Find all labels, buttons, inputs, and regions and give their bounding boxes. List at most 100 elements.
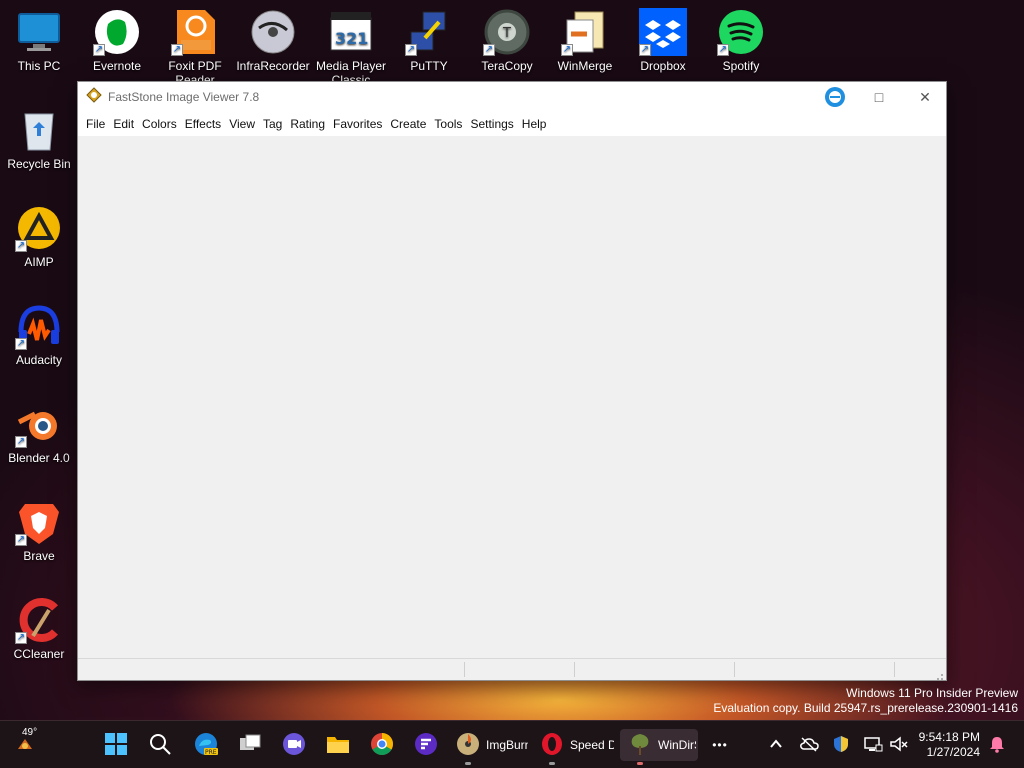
- tray-security[interactable]: [830, 729, 852, 761]
- notifications-button[interactable]: [986, 729, 1008, 761]
- taskbar-opera[interactable]: Speed Dial: [540, 729, 618, 765]
- infrarecorder-icon: [249, 8, 297, 56]
- imgburn-icon: [456, 732, 480, 759]
- desktop-icon-label: AIMP: [24, 255, 54, 269]
- menu-tag[interactable]: Tag: [259, 114, 286, 134]
- weather-widget[interactable]: 49°: [8, 727, 42, 761]
- aimp-icon: ↗: [15, 204, 63, 252]
- maximize-button[interactable]: □: [856, 82, 902, 112]
- tray-network[interactable]: [862, 729, 884, 761]
- desktop-icon-dropbox[interactable]: ↗ Dropbox: [624, 8, 702, 73]
- foxit-pdf-icon: ↗: [171, 8, 219, 56]
- resize-grip-icon[interactable]: [934, 668, 944, 680]
- desktop-icon-label: InfraRecorder: [236, 59, 310, 73]
- desktop-icon-label: PuTTY: [410, 59, 448, 73]
- taskbar-edge[interactable]: PRE: [192, 729, 220, 761]
- desktop-icon-blender[interactable]: ↗ Blender 4.0: [0, 400, 78, 465]
- chrome-icon: [370, 732, 394, 759]
- task-view-button[interactable]: [236, 729, 264, 761]
- mpc-icon: 321: [327, 8, 375, 56]
- status-separator: [894, 662, 895, 677]
- desktop-icon-label: WinMerge: [557, 59, 613, 73]
- taskbar-meet[interactable]: [280, 729, 308, 761]
- shortcut-arrow-icon: ↗: [15, 240, 27, 252]
- search-icon: [148, 732, 172, 759]
- desktop-icon-infrarecorder[interactable]: InfraRecorder: [234, 8, 312, 73]
- shortcut-arrow-icon: ↗: [93, 44, 105, 56]
- menu-view[interactable]: View: [225, 114, 259, 134]
- tray-volume[interactable]: [888, 729, 910, 761]
- watermark-line-2: Evaluation copy. Build 25947.rs_prerelea…: [713, 701, 1018, 715]
- shield-icon: [832, 735, 850, 756]
- taskbar-chrome[interactable]: [368, 729, 396, 761]
- windirstat-icon: [628, 732, 652, 759]
- desktop-icon-aimp[interactable]: ↗ AIMP: [0, 204, 78, 269]
- shortcut-arrow-icon: ↗: [15, 436, 27, 448]
- taskbar-windirstat[interactable]: WinDirStat: [620, 729, 698, 765]
- monitor-icon: [15, 8, 63, 56]
- clock-date: 1/27/2024: [926, 745, 980, 759]
- start-button[interactable]: [102, 729, 130, 761]
- desktop-icon-audacity[interactable]: ↗ Audacity: [0, 302, 78, 367]
- menu-settings[interactable]: Settings: [466, 114, 517, 134]
- desktop-icon-foxit-pdf-reader[interactable]: ↗ Foxit PDF Reader: [156, 8, 234, 87]
- window-titlebar[interactable]: FastStone Image Viewer 7.8 □ ✕: [78, 82, 946, 112]
- bell-icon: [988, 735, 1006, 756]
- faststone-window[interactable]: FastStone Image Viewer 7.8 □ ✕ File Edit…: [77, 81, 947, 681]
- image-view-area[interactable]: [78, 136, 946, 658]
- shortcut-arrow-icon: ↗: [15, 534, 27, 546]
- desktop-icon-label: Dropbox: [640, 59, 686, 73]
- running-indicator: [465, 762, 471, 765]
- shortcut-arrow-icon: ↗: [405, 44, 417, 56]
- shortcut-arrow-icon: ↗: [15, 632, 27, 644]
- desktop-icon-this-pc[interactable]: This PC: [0, 8, 78, 73]
- menu-create[interactable]: Create: [386, 114, 430, 134]
- desktop-icon-teracopy[interactable]: T ↗ TeraCopy: [468, 8, 546, 73]
- shortcut-arrow-icon: ↗: [717, 44, 729, 56]
- taskbar-overflow-button[interactable]: •••: [706, 729, 734, 761]
- menu-effects[interactable]: Effects: [181, 114, 225, 134]
- desktop-icon-brave[interactable]: ↗ Brave: [0, 498, 78, 563]
- desktop-icon-evernote[interactable]: ↗ Evernote: [78, 8, 156, 73]
- weather-temp: 49°: [22, 727, 38, 738]
- desktop-icon-putty[interactable]: ↗ PuTTY: [390, 8, 468, 73]
- taskbar-app[interactable]: [412, 729, 440, 761]
- search-button[interactable]: [146, 729, 174, 761]
- windows-watermark: Windows 11 Pro Insider Preview Evaluatio…: [713, 686, 1018, 716]
- menu-favorites[interactable]: Favorites: [329, 114, 386, 134]
- taskbar-file-explorer[interactable]: [324, 729, 352, 761]
- brave-icon: ↗: [15, 498, 63, 546]
- active-indicator: [637, 762, 643, 765]
- menu-file[interactable]: File: [82, 114, 109, 134]
- desktop-icon-recycle-bin[interactable]: Recycle Bin: [0, 106, 78, 171]
- desktop-icon-label: Spotify: [722, 59, 760, 73]
- menu-rating[interactable]: Rating: [286, 114, 329, 134]
- desktop-icon-label: Audacity: [15, 353, 63, 367]
- menu-tools[interactable]: Tools: [430, 114, 466, 134]
- menu-edit[interactable]: Edit: [109, 114, 138, 134]
- close-button[interactable]: ✕: [902, 82, 948, 112]
- desktop-icon-label: TeraCopy: [481, 59, 533, 73]
- opera-icon: [540, 732, 564, 759]
- windows-start-icon: [104, 732, 128, 759]
- menu-colors[interactable]: Colors: [138, 114, 181, 134]
- minimize-to-tray-icon[interactable]: [824, 86, 846, 113]
- faststone-app-icon: [86, 86, 102, 108]
- shortcut-arrow-icon: ↗: [15, 338, 27, 350]
- taskbar-imgburn[interactable]: ImgBurn: [456, 729, 534, 765]
- tray-onedrive[interactable]: [798, 729, 820, 761]
- taskbar-clock[interactable]: 9:54:18 PM 1/27/2024: [919, 730, 980, 760]
- desktop-icon-winmerge[interactable]: ↗ WinMerge: [546, 8, 624, 73]
- winmerge-icon: ↗: [561, 8, 609, 56]
- desktop-icon-media-player-classic[interactable]: 321 Media Player Classic: [312, 8, 390, 87]
- taskbar-opera-label: Speed Dial: [570, 738, 614, 752]
- desktop-icon-spotify[interactable]: ↗ Spotify: [702, 8, 780, 73]
- putty-icon: ↗: [405, 8, 453, 56]
- recycle-bin-icon: [15, 106, 63, 154]
- tray-overflow-chevron[interactable]: [766, 729, 786, 761]
- menu-help[interactable]: Help: [518, 114, 551, 134]
- teracopy-icon: T ↗: [483, 8, 531, 56]
- running-indicator: [549, 762, 555, 765]
- desktop-icon-label: Evernote: [92, 59, 142, 73]
- desktop-icon-ccleaner[interactable]: ↗ CCleaner: [0, 596, 78, 661]
